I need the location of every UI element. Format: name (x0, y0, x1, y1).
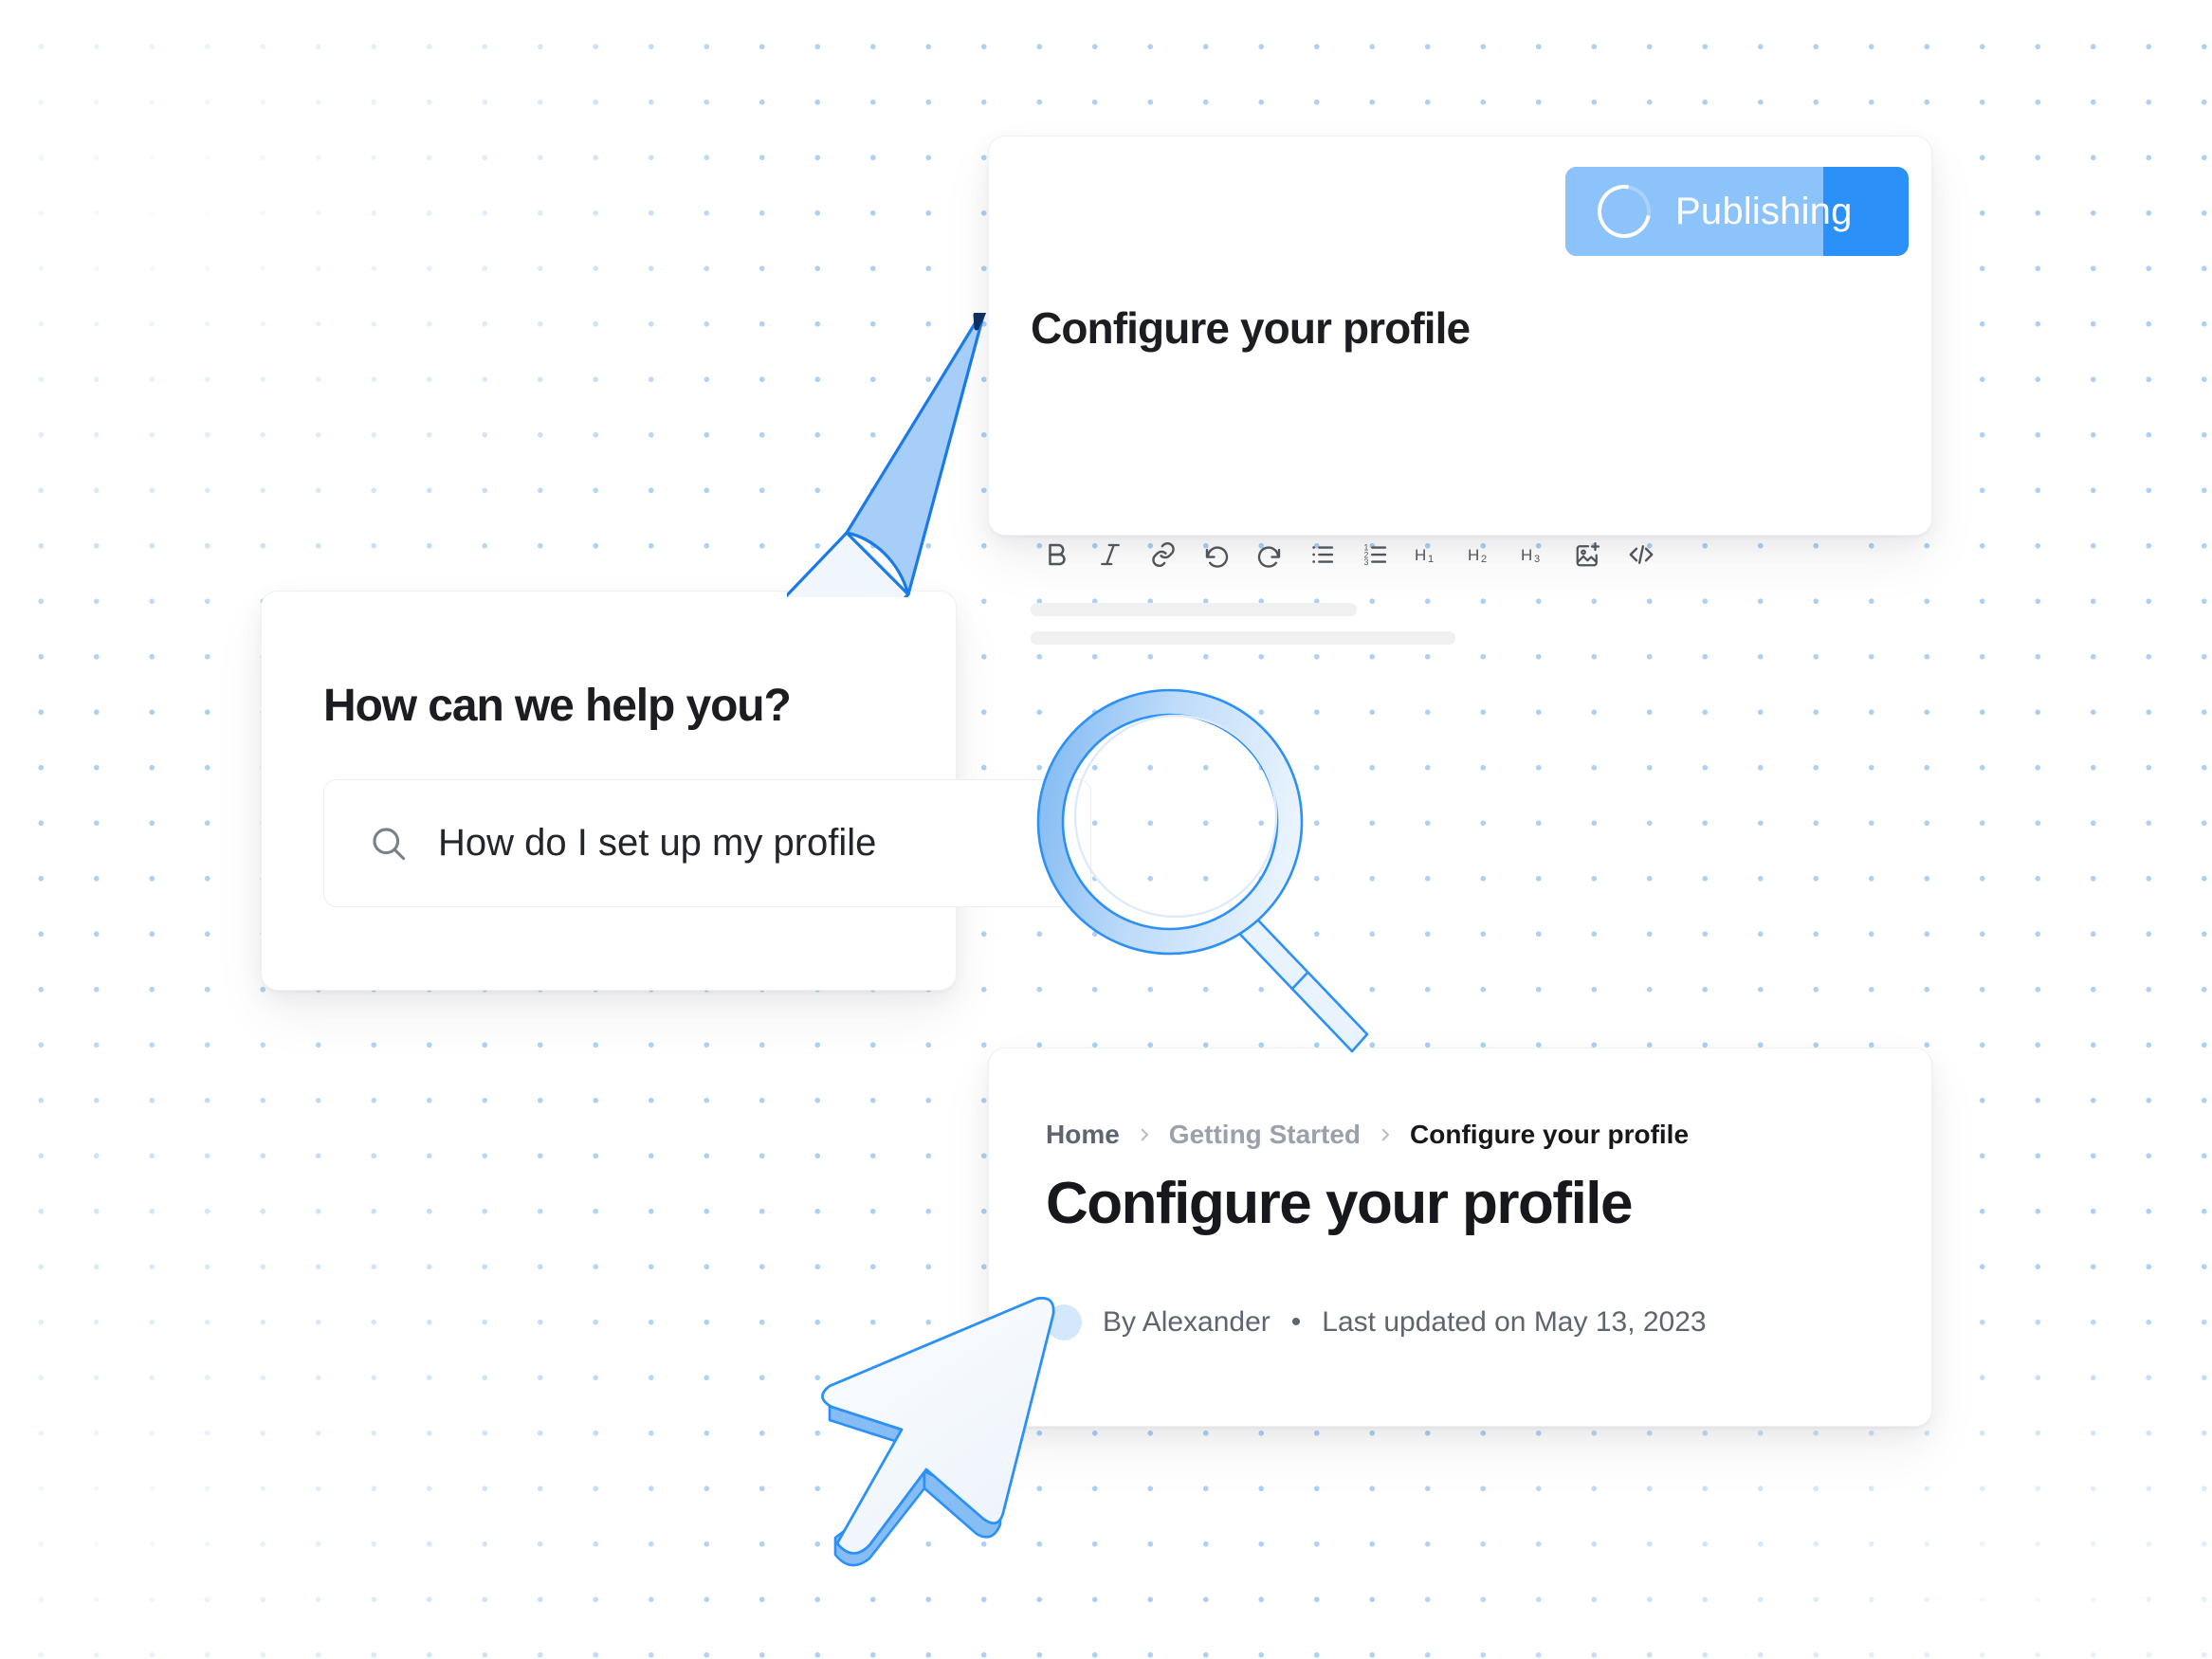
bullet-list-icon[interactable] (1296, 533, 1349, 576)
chevron-right-icon (1136, 1126, 1153, 1143)
svg-text:3: 3 (1364, 557, 1369, 567)
search-heading: How can we help you? (323, 681, 792, 731)
content-skeleton-line (1031, 603, 1357, 616)
breadcrumb-item-current: Configure your profile (1410, 1120, 1690, 1149)
italic-icon[interactable] (1084, 533, 1137, 576)
search-icon (368, 823, 410, 865)
heading-3-icon[interactable]: H3 (1508, 533, 1562, 576)
article-card: Home Getting Started Configure your prof… (988, 1048, 1932, 1427)
content-skeleton-line (1031, 631, 1455, 645)
meta-separator: • (1290, 1306, 1302, 1338)
redo-icon[interactable] (1243, 533, 1296, 576)
svg-text:H: H (1468, 546, 1479, 564)
article-last-updated: Last updated on May 13, 2023 (1322, 1306, 1707, 1338)
avatar (1046, 1304, 1082, 1340)
link-icon[interactable] (1137, 533, 1190, 576)
search-input-value: How do I set up my profile (438, 822, 877, 864)
undo-icon[interactable] (1190, 533, 1243, 576)
article-meta: By Alexander • Last updated on May 13, 2… (1046, 1304, 1707, 1340)
publishing-button-label: Publishing (1675, 190, 1853, 232)
article-author: By Alexander (1103, 1306, 1271, 1338)
svg-text:3: 3 (1534, 554, 1540, 565)
editor-document-title: Configure your profile (1031, 303, 1471, 353)
search-card: How can we help you? How do I set up my … (261, 591, 1091, 991)
heading-1-icon[interactable]: H1 (1402, 533, 1455, 576)
editor-toolbar: 123 H1 H2 H3 (1031, 533, 1668, 576)
article-title: Configure your profile (1046, 1171, 1634, 1236)
svg-text:H: H (1415, 546, 1426, 564)
search-input[interactable]: How do I set up my profile (323, 779, 1091, 907)
bold-icon[interactable] (1031, 533, 1084, 576)
breadcrumb: Home Getting Started Configure your prof… (1046, 1120, 1689, 1150)
image-add-icon[interactable] (1562, 533, 1615, 576)
breadcrumb-item-home[interactable]: Home (1046, 1120, 1120, 1150)
publishing-button[interactable]: Publishing (1565, 167, 1909, 256)
numbered-list-icon[interactable]: 123 (1349, 533, 1402, 576)
editor-card: Publishing Configure your profile 123 H1 (988, 136, 1932, 645)
svg-text:H: H (1521, 546, 1532, 564)
svg-text:1: 1 (1428, 554, 1434, 565)
chevron-right-icon (1377, 1126, 1394, 1143)
code-icon[interactable] (1615, 533, 1668, 576)
heading-2-icon[interactable]: H2 (1455, 533, 1508, 576)
svg-text:2: 2 (1481, 554, 1487, 565)
loading-spinner-icon (1587, 174, 1661, 248)
breadcrumb-item-getting-started[interactable]: Getting Started (1169, 1120, 1361, 1150)
